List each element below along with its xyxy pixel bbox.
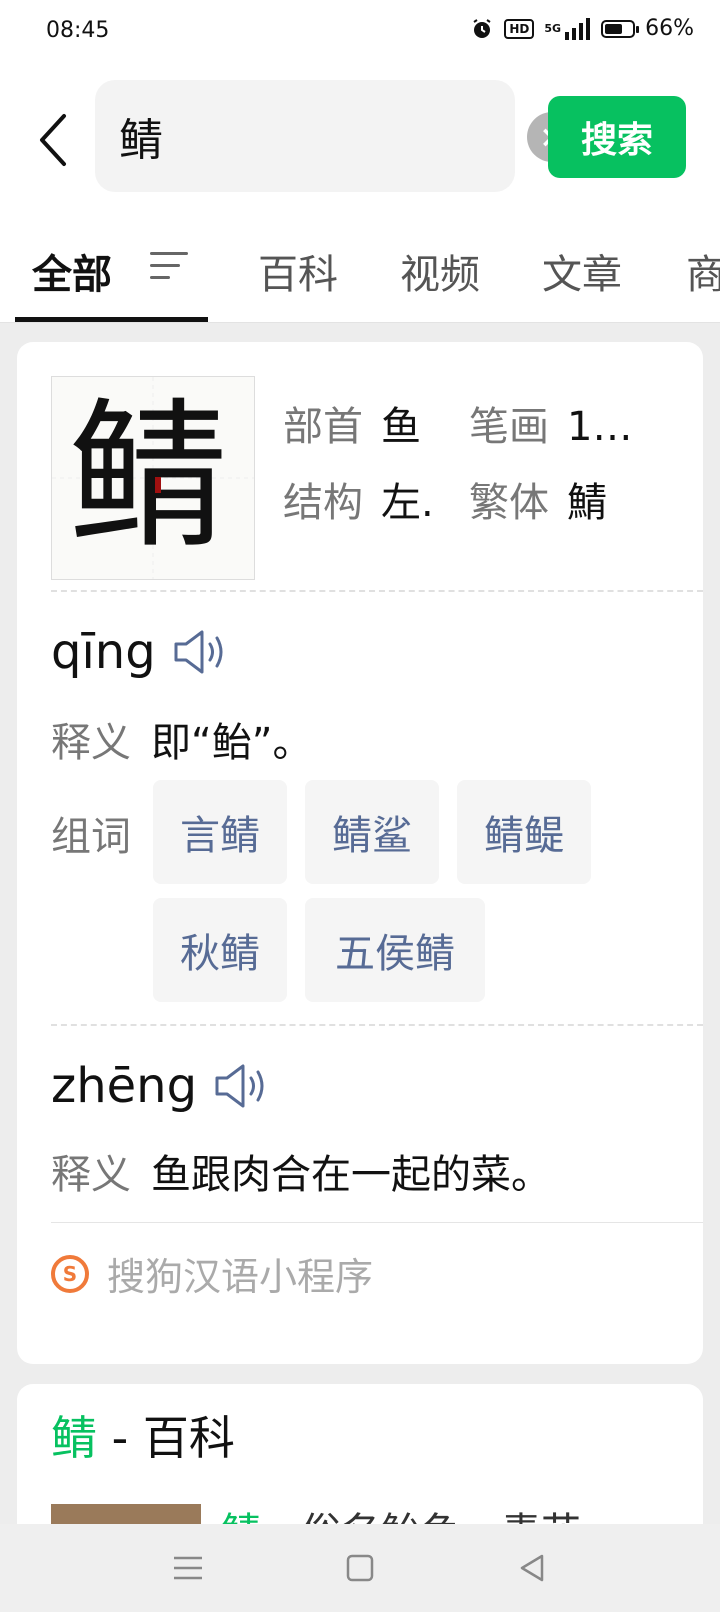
network-label: 5G: [544, 22, 562, 35]
source-link[interactable]: S 搜狗汉语小程序: [51, 1246, 373, 1301]
tab-shop[interactable]: 商: [686, 242, 720, 300]
strokes-value: 1…: [567, 404, 633, 450]
speaker-icon[interactable]: [213, 1062, 269, 1110]
back-triangle-icon[interactable]: [510, 1546, 554, 1590]
word-chip[interactable]: 秋鲭: [153, 898, 287, 1002]
search-button[interactable]: 搜索: [548, 96, 686, 178]
status-time: 08:45: [46, 18, 110, 43]
structure-field: 结构 左.: [283, 470, 434, 528]
tab-baike[interactable]: 百科: [258, 242, 338, 300]
result-tabs: 全部 百科 视频 文章 商: [0, 212, 720, 323]
search-box: ×: [95, 80, 577, 192]
definition-row-1: 释义 即“鲐”。: [51, 710, 312, 768]
status-bar: 08:45 HD 5G 66%: [0, 0, 720, 66]
search-header: × 搜索: [0, 66, 720, 212]
dictionary-card[interactable]: 鲭 部首鱼 笔画 1… 结构 左. 繁体鯖 qīng 释义 即“鲐”。 组词 言鲭 鲭…: [17, 342, 703, 1364]
filter-icon[interactable]: [150, 252, 188, 284]
pinyin-reading-2: zhēng: [51, 1058, 269, 1114]
word-chip[interactable]: 言鲭: [153, 780, 287, 884]
sogou-logo-icon: S: [51, 1254, 89, 1293]
status-icons: HD 5G 66%: [470, 16, 694, 41]
baike-card[interactable]: 鲭 - 百科 鲭，俗名鲐鱼，青花: [17, 1384, 703, 1534]
traditional-value: 鯖: [567, 480, 607, 526]
tab-all[interactable]: 全部: [32, 242, 112, 300]
active-tab-indicator: [15, 317, 208, 322]
baike-title-highlight: 鲭: [51, 1411, 97, 1465]
battery-icon: [601, 19, 640, 38]
definition-text: 即“鲐”。: [151, 720, 313, 766]
baike-title[interactable]: 鲭 - 百科: [51, 1402, 235, 1468]
signal-icon: 5G: [544, 17, 591, 40]
definition-text: 鱼跟肉合在一起的菜。: [151, 1152, 551, 1198]
system-nav-bar: [0, 1524, 720, 1612]
speaker-icon[interactable]: [172, 628, 228, 676]
word-chip[interactable]: 五侯鲭: [305, 898, 485, 1002]
home-icon[interactable]: [338, 1546, 382, 1590]
tab-article[interactable]: 文章: [542, 242, 622, 300]
stroke-highlight: [155, 477, 161, 493]
baike-title-rest: - 百科: [97, 1411, 235, 1465]
section-divider: [51, 1024, 703, 1026]
search-input[interactable]: [119, 106, 419, 166]
source-label: 搜狗汉语小程序: [107, 1255, 374, 1299]
section-divider: [51, 590, 703, 592]
definition-label: 释义: [51, 720, 131, 766]
menu-icon[interactable]: [166, 1546, 210, 1590]
character-glyph: 鲭: [68, 383, 229, 570]
structure-label: 结构: [283, 480, 363, 526]
definition-row-2: 释义 鱼跟肉合在一起的菜。: [51, 1142, 551, 1200]
radical-label: 部首: [283, 404, 363, 450]
battery-percent: 66%: [645, 16, 694, 41]
hd-icon: HD: [504, 18, 535, 39]
radical-value: 鱼: [381, 404, 421, 450]
battery-fill: [605, 23, 623, 34]
traditional-field: 繁体鯖: [469, 470, 607, 528]
structure-value: 左.: [381, 480, 434, 526]
pinyin-text: zhēng: [51, 1058, 198, 1114]
character-stroke-image: 鲭: [51, 376, 255, 580]
pinyin-text: qīng: [51, 624, 156, 680]
definition-label: 释义: [51, 1152, 131, 1198]
word-chip[interactable]: 鲭鲨: [305, 780, 439, 884]
back-arrow-icon: [40, 114, 66, 166]
alarm-icon: [470, 17, 494, 41]
radical-field: 部首鱼: [283, 394, 421, 452]
source-divider: [51, 1222, 703, 1223]
traditional-label: 繁体: [469, 480, 549, 526]
strokes-field: 笔画 1…: [469, 394, 632, 452]
back-button[interactable]: [34, 110, 74, 170]
word-chip[interactable]: 鲭鳀: [457, 780, 591, 884]
pinyin-reading-1: qīng: [51, 624, 228, 680]
words-label: 组词: [51, 814, 131, 860]
tab-video[interactable]: 视频: [400, 242, 480, 300]
strokes-label: 笔画: [469, 404, 549, 450]
